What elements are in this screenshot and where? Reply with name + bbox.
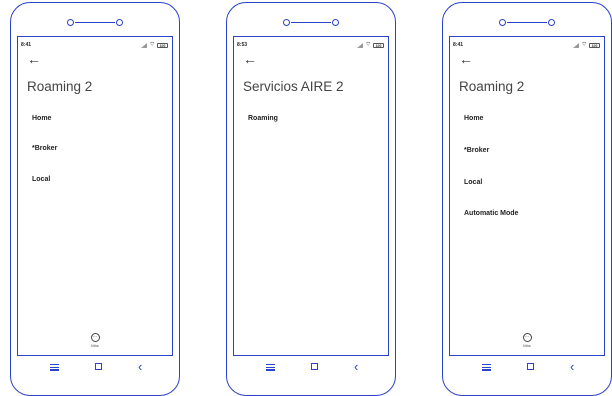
chevron-left-icon[interactable]: ‹: [354, 360, 358, 374]
square-home-icon[interactable]: [527, 363, 534, 370]
status-bar: 8:41 ⌔ 100: [453, 42, 600, 50]
status-time: 8:41: [453, 42, 464, 48]
status-time: 8:53: [237, 42, 248, 48]
battery-icon: 100: [589, 42, 600, 48]
menu-icon[interactable]: [266, 364, 275, 371]
nav-bar: ‹: [449, 360, 605, 376]
square-home-icon[interactable]: [95, 363, 102, 370]
list-item-home[interactable]: Home: [32, 115, 51, 122]
signal-icon: [573, 42, 580, 48]
menu-icon[interactable]: [50, 364, 59, 371]
list-item-broker[interactable]: *Broker: [32, 145, 57, 152]
speaker-line: [75, 21, 115, 23]
list-item-broker[interactable]: *Broker: [464, 147, 489, 154]
speaker: [499, 18, 555, 26]
list-item-roaming[interactable]: Roaming: [248, 115, 278, 122]
signal-icon: [141, 42, 148, 48]
chevron-left-icon[interactable]: ‹: [138, 360, 142, 374]
speaker: [67, 18, 123, 26]
speaker-line: [291, 21, 331, 23]
list-item-local[interactable]: Local: [32, 176, 50, 183]
more-label: Más: [91, 343, 99, 348]
more-icon: ···: [90, 333, 100, 342]
camera-dot: [499, 19, 506, 26]
sensor-dot: [548, 19, 555, 26]
nav-bar: ‹: [233, 360, 389, 376]
page-title: Servicios AIRE 2: [243, 79, 344, 94]
phone-frame-3: 8:41 ⌔ 100 ← Roaming 2 Home *Broker Loca…: [442, 2, 612, 396]
camera-dot: [283, 19, 290, 26]
phone-frame-1: 8:41 ⌔ 100 ← Roaming 2 Home *Broker Loca…: [10, 2, 180, 396]
screen: 8:41 ⌔ 100 ← Roaming 2 Home *Broker Loca…: [449, 36, 605, 356]
wifi-icon: ⌔: [365, 42, 371, 48]
chevron-left-icon[interactable]: ‹: [570, 360, 574, 374]
battery-icon: 100: [157, 42, 168, 48]
camera-dot: [67, 19, 74, 26]
more-button[interactable]: ··· Más: [512, 333, 542, 348]
more-icon: ···: [522, 333, 532, 342]
list-item-local[interactable]: Local: [464, 179, 482, 186]
screen: 8:41 ⌔ 100 ← Roaming 2 Home *Broker Loca…: [17, 36, 173, 356]
page-title: Roaming 2: [459, 79, 525, 94]
speaker-line: [507, 21, 547, 23]
battery-icon: 100: [373, 42, 384, 48]
back-arrow-icon[interactable]: ←: [459, 52, 473, 66]
phone-frame-2: 8:53 ⌔ 100 ← Servicios AIRE 2 Roaming ‹: [226, 2, 396, 396]
more-button[interactable]: ··· Más: [80, 333, 110, 348]
list-item-home[interactable]: Home: [464, 115, 483, 122]
menu-icon[interactable]: [482, 364, 491, 371]
screen: 8:53 ⌔ 100 ← Servicios AIRE 2 Roaming: [233, 36, 389, 356]
list-item-automatic-mode[interactable]: Automatic Mode: [464, 210, 518, 217]
signal-icon: [357, 42, 364, 48]
back-arrow-icon[interactable]: ←: [243, 52, 257, 66]
wifi-icon: ⌔: [149, 42, 155, 48]
status-bar: 8:41 ⌔ 100: [21, 42, 168, 50]
back-arrow-icon[interactable]: ←: [27, 52, 41, 66]
wifi-icon: ⌔: [581, 42, 587, 48]
square-home-icon[interactable]: [311, 363, 318, 370]
sensor-dot: [116, 19, 123, 26]
status-time: 8:41: [21, 42, 32, 48]
page-title: Roaming 2: [27, 79, 93, 94]
status-bar: 8:53 ⌔ 100: [237, 42, 384, 50]
more-label: Más: [523, 343, 531, 348]
sensor-dot: [332, 19, 339, 26]
nav-bar: ‹: [17, 360, 173, 376]
speaker: [283, 18, 339, 26]
